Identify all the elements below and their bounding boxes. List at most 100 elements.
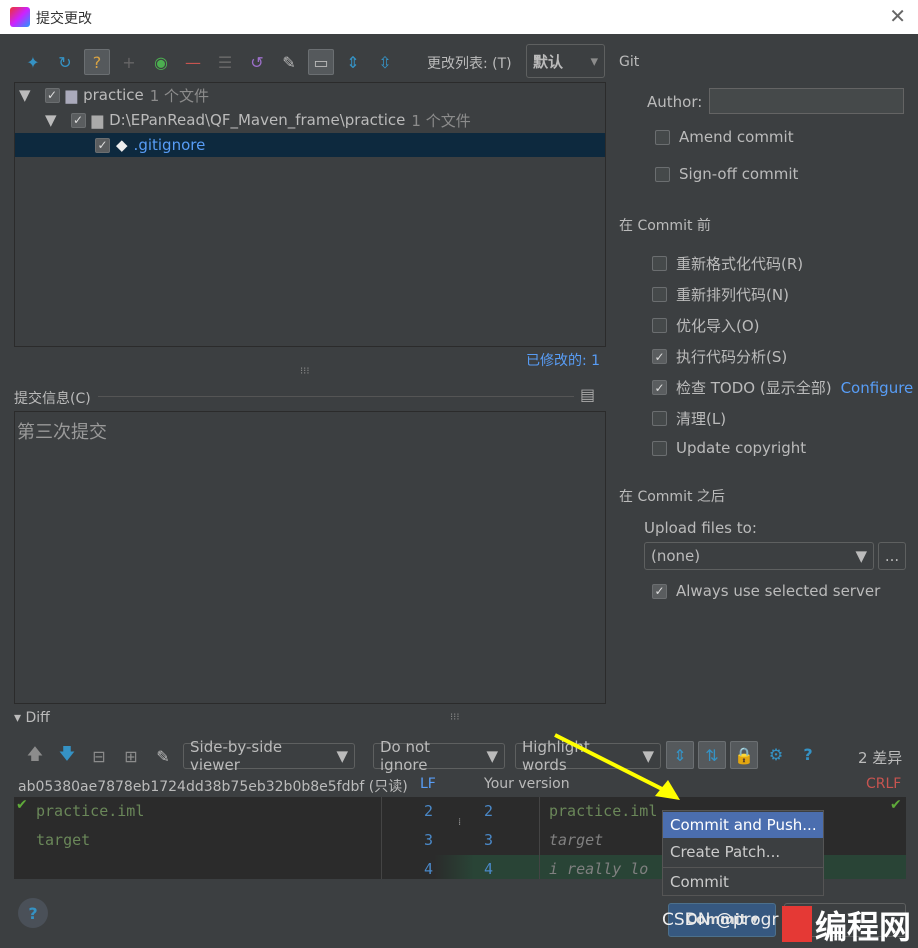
- upload-label: Upload files to:: [644, 519, 757, 537]
- edit-source-icon[interactable]: ✎: [150, 743, 176, 769]
- ignore-select[interactable]: Do not ignore ▼: [373, 738, 505, 774]
- tree-row-root[interactable]: ▼ ✓ ▆ practice 1 个文件: [19, 83, 209, 107]
- splitter-handle[interactable]: ⁞: [458, 817, 461, 828]
- line-number: 3: [484, 831, 494, 849]
- configure-link[interactable]: Configure: [841, 379, 914, 397]
- viewer-select[interactable]: Side-by-side viewer ▼: [183, 738, 355, 774]
- before-option[interactable]: Update copyright: [652, 439, 806, 457]
- right-line-separator[interactable]: CRLF: [866, 776, 901, 792]
- check-icon: ✔: [16, 797, 28, 813]
- splitter-handle[interactable]: ⁝⁝⁝: [450, 712, 460, 723]
- modified-count: 已修改的: 1: [526, 353, 601, 369]
- next-file-icon[interactable]: ⊞: [118, 743, 144, 769]
- before-option[interactable]: 重新格式化代码(R): [652, 253, 803, 274]
- option-label: 执行代码分析(S): [676, 348, 788, 366]
- refresh-icon[interactable]: ↻: [52, 49, 78, 75]
- close-icon[interactable]: ✕: [889, 4, 906, 28]
- line-number: 4: [484, 860, 494, 878]
- file-name: .gitignore: [133, 136, 206, 154]
- lock-icon[interactable]: 🔒: [730, 741, 758, 769]
- amend-option[interactable]: Amend commit: [655, 128, 794, 146]
- help-icon[interactable]: ?: [794, 741, 822, 767]
- before-option[interactable]: ✓ 执行代码分析(S): [652, 346, 787, 367]
- before-option[interactable]: ✓ 检查 TODO (显示全部) Configure: [652, 377, 913, 398]
- chevron-down-icon: ▼: [486, 747, 498, 765]
- collapse-all-icon[interactable]: ⇳: [372, 49, 398, 75]
- edit-icon[interactable]: ✎: [276, 49, 302, 75]
- expand-icon[interactable]: ▼: [45, 111, 57, 129]
- menu-item-commit-and-push[interactable]: Commit and Push...: [663, 812, 823, 838]
- menu-item-create-patch[interactable]: Create Patch...: [663, 839, 823, 865]
- prev-file-icon[interactable]: ⊟: [86, 743, 112, 769]
- divider: [98, 396, 574, 397]
- sync-scroll-icon[interactable]: ⇅: [698, 741, 726, 769]
- checkbox[interactable]: [652, 318, 667, 333]
- changes-toolbar: ✦ ↻ ? + ◉ — ☰ ↺ ✎ ▭ ⇕ ⇳: [20, 49, 398, 75]
- prev-diff-icon[interactable]: 🡅: [22, 743, 48, 769]
- unversioned-icon[interactable]: ?: [84, 49, 110, 75]
- splitter-handle[interactable]: ⁝⁝⁝: [300, 366, 310, 377]
- before-option[interactable]: 清理(L): [652, 408, 726, 429]
- code-line: target: [549, 831, 604, 849]
- diff-title: Diff: [25, 710, 50, 726]
- checkbox[interactable]: ✓: [652, 349, 667, 364]
- git-title: Git: [619, 54, 640, 70]
- commit-message-input[interactable]: 第三次提交: [14, 411, 606, 704]
- rollback-icon[interactable]: ↺: [244, 49, 270, 75]
- checkbox[interactable]: [652, 256, 667, 271]
- menu-item-commit[interactable]: Commit: [663, 869, 823, 895]
- gear-icon[interactable]: ⚙: [762, 741, 790, 767]
- checkbox[interactable]: [652, 411, 667, 426]
- before-option[interactable]: 重新排列代码(N): [652, 284, 789, 305]
- checkbox[interactable]: [655, 129, 670, 145]
- expand-all-icon[interactable]: ⇕: [340, 49, 366, 75]
- upload-more-button[interactable]: ...: [878, 542, 906, 570]
- always-use-option[interactable]: ✓ Always use selected server: [652, 582, 880, 600]
- divider: [381, 797, 382, 879]
- left-line-separator[interactable]: LF: [420, 776, 436, 792]
- changelist-label: 更改列表: (T): [427, 56, 512, 72]
- add-icon[interactable]: +: [116, 49, 142, 75]
- checkbox[interactable]: ✓: [70, 112, 86, 128]
- commit-message-label: 提交信息(C): [14, 391, 91, 407]
- move-changelist-icon[interactable]: ◉: [148, 49, 174, 75]
- checkbox[interactable]: ✓: [95, 137, 110, 153]
- next-diff-icon[interactable]: 🡇: [54, 743, 80, 769]
- git-file-icon: ◆: [116, 136, 128, 154]
- checkbox[interactable]: ✓: [652, 380, 667, 395]
- app-logo-icon: [10, 7, 30, 27]
- group-icon[interactable]: ☰: [212, 49, 238, 75]
- checkbox[interactable]: [655, 166, 670, 182]
- folder-icon: ▆: [91, 111, 104, 129]
- upload-select[interactable]: (none) ▼: [644, 542, 874, 570]
- changes-tree: ▼ ✓ ▆ practice 1 个文件 ▼ ✓ ▆ D:\EPanRead\Q…: [14, 82, 606, 347]
- tree-row-file[interactable]: ✓ ◆ .gitignore: [15, 133, 605, 157]
- expand-icon[interactable]: ▼: [19, 86, 31, 104]
- signoff-option[interactable]: Sign-off commit: [655, 165, 798, 183]
- code-line: target: [36, 831, 91, 849]
- history-icon[interactable]: ▤: [580, 385, 595, 404]
- checkbox[interactable]: ✓: [652, 583, 667, 599]
- checkbox[interactable]: [652, 287, 667, 302]
- watermark-text: CSDN @progr: [662, 910, 779, 930]
- signoff-label: Sign-off commit: [679, 165, 799, 183]
- window-title: 提交更改: [36, 11, 92, 27]
- option-label: 重新排列代码(N): [676, 286, 789, 304]
- code-line: practice.iml: [36, 802, 145, 820]
- option-label: Update copyright: [676, 439, 807, 457]
- divider: [539, 797, 540, 879]
- option-label: 重新格式化代码(R): [676, 255, 804, 273]
- help-button[interactable]: ?: [18, 898, 48, 928]
- tree-row-dir[interactable]: ▼ ✓ ▆ D:\EPanRead\QF_Maven_frame\practic…: [45, 108, 471, 132]
- diff-toggle[interactable]: ▾ Diff: [14, 710, 50, 726]
- amend-label: Amend commit: [679, 128, 794, 146]
- author-input[interactable]: [709, 88, 904, 114]
- changelist-select[interactable]: 默认 ▾: [526, 44, 605, 78]
- divider: [663, 867, 823, 868]
- group-by-directory-icon[interactable]: ▭: [308, 49, 334, 75]
- diff-icon[interactable]: ✦: [20, 49, 46, 75]
- remove-icon[interactable]: —: [180, 49, 206, 75]
- checkbox[interactable]: ✓: [44, 87, 60, 103]
- checkbox[interactable]: [652, 440, 667, 456]
- before-option[interactable]: 优化导入(O): [652, 315, 760, 336]
